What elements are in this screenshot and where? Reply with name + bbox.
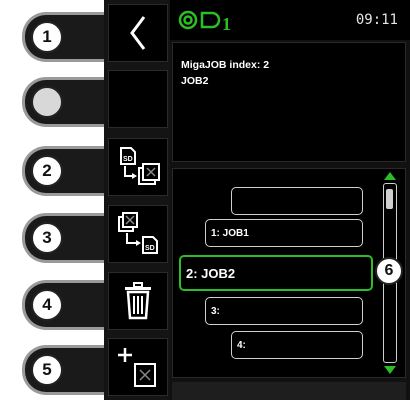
clock: 09:11 (355, 12, 398, 28)
callout-2: 2 (31, 155, 63, 187)
back-softkey[interactable] (108, 4, 168, 62)
job-list-item-empty[interactable] (231, 187, 363, 215)
logo-index: 1 (222, 14, 231, 34)
callout-3: 3 (31, 222, 63, 254)
sd-to-job-icon: SD (120, 147, 160, 185)
physical-button-5[interactable]: 5 (22, 345, 104, 395)
migatronic-logo: 1 (178, 10, 236, 36)
device-screen: SD SD 1 09:11 MigaJOB index: 2 JOB2 1: J… (104, 0, 410, 400)
scroll-down-arrow-icon[interactable] (383, 365, 397, 375)
job-list-item-3[interactable]: 3: (205, 297, 363, 325)
callout-5: 5 (31, 354, 63, 386)
softkey-column: SD SD (104, 0, 170, 400)
job-list: 1: JOB1 2: JOB2 3: 4: (172, 168, 406, 378)
job-to-sd-icon: SD (118, 212, 158, 254)
save-to-sd-softkey[interactable]: SD (108, 205, 168, 263)
job-index-text: MigaJOB index: 2 (181, 59, 270, 71)
callout-6: 6 (375, 257, 403, 285)
physical-button-column: 1 2 3 4 5 (0, 0, 108, 400)
physical-button-2[interactable]: 2 (22, 146, 104, 196)
new-job-softkey[interactable] (108, 338, 168, 396)
physical-button-4[interactable]: 4 (22, 280, 104, 330)
add-job-icon (118, 348, 156, 387)
callout-1: 1 (31, 21, 63, 53)
delete-softkey[interactable] (108, 272, 168, 330)
job-info-panel: MigaJOB index: 2 JOB2 (172, 42, 406, 162)
svg-text:SD: SD (123, 156, 133, 163)
main-pane: 1 09:11 MigaJOB index: 2 JOB2 1: JOB1 2:… (170, 0, 410, 400)
svg-text:SD: SD (145, 245, 155, 252)
job-list-item-2-selected[interactable]: 2: JOB2 (179, 255, 373, 291)
status-bar: 1 09:11 (170, 0, 410, 40)
job-list-item-4[interactable]: 4: (231, 331, 363, 359)
physical-button-3[interactable]: 3 (22, 213, 104, 263)
blank-softkey[interactable] (108, 70, 168, 128)
bottom-strip (172, 382, 406, 400)
job-name-text: JOB2 (181, 75, 209, 87)
back-arrow-icon (130, 16, 146, 50)
physical-button-1[interactable]: 1 (22, 12, 104, 62)
job-list-item-1[interactable]: 1: JOB1 (205, 219, 363, 247)
scrollbar-thumb[interactable] (386, 189, 393, 209)
physical-button-blank[interactable] (22, 77, 104, 127)
scroll-up-arrow-icon[interactable] (383, 171, 397, 181)
callout-blank (31, 86, 63, 118)
callout-4: 4 (31, 289, 63, 321)
trash-icon (125, 282, 151, 320)
load-from-sd-softkey[interactable]: SD (108, 138, 168, 196)
